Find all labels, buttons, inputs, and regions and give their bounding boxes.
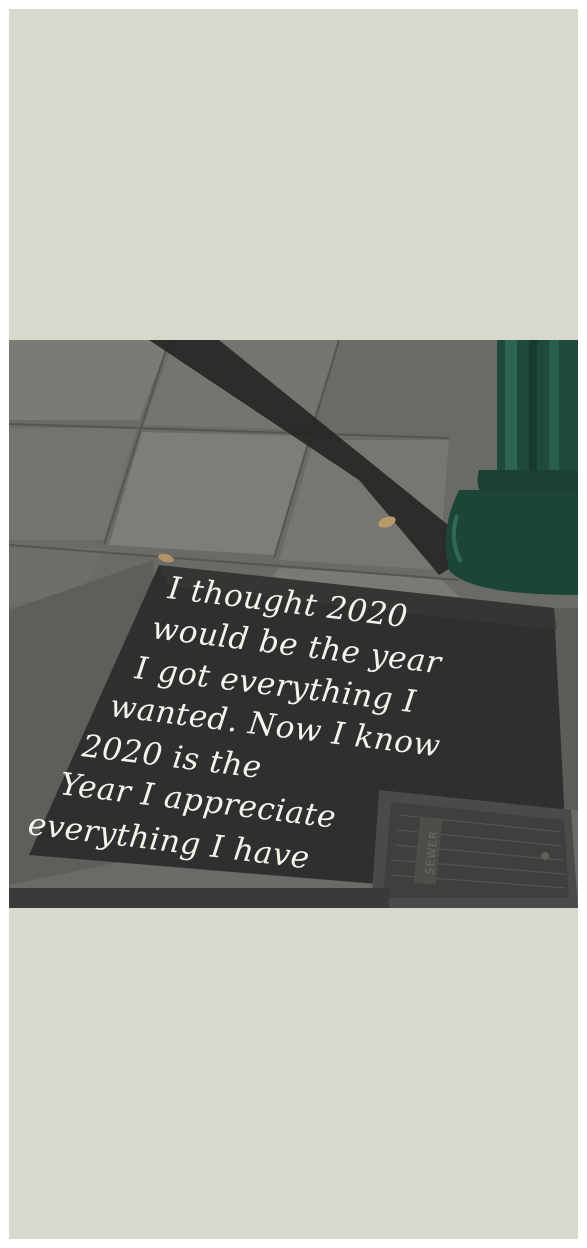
image-frame: SEWER I thought 2020 would be the year I… [9,9,578,1239]
gutter [9,888,389,908]
paving-slab [109,432,309,555]
sidewalk-photo: SEWER I thought 2020 would be the year I… [9,340,578,908]
sewer-grate: SEWER [371,790,578,908]
